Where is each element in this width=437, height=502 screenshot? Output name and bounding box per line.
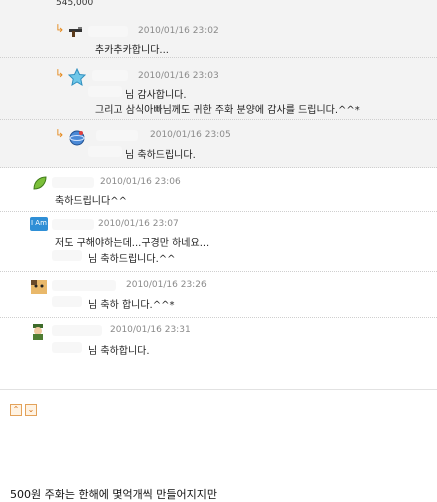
comment-date: 2010/01/16 23:31 [110,325,191,335]
comment-text: 님 축하합니다. [88,346,150,357]
reply-arrow-icon: ↳ [55,67,65,80]
comment: 2010/01/16 23:06 축하드립니다^^ [0,168,437,212]
comment-top-partial: 545,000 [0,0,437,14]
comment-text: 저도 구해야하는데...구경만 하네요... [55,238,210,249]
comment-reply: ↳ 2010/01/16 23:05 님 축하드립니다. [0,120,437,168]
comment-text: 님 축하 합니다.^^* [88,300,175,311]
star-icon [67,67,87,87]
comment-date: 2010/01/16 23:06 [100,177,181,187]
scroll-up-button[interactable]: ⌃ [10,404,22,416]
gun-icon [68,24,84,40]
soldier-icon [30,323,46,340]
leaf-icon [32,175,48,191]
comment-text: 님 축하드립니다.^^ [88,254,176,265]
reply-arrow-icon: ↳ [55,22,65,35]
comment: I Am 2010/01/16 23:07 저도 구해야하는데...구경만 하네… [0,212,437,272]
comment-date: 2010/01/16 23:03 [138,71,219,81]
comment: 2010/01/16 23:26 님 축하 합니다.^^* [0,272,437,318]
comment: 2010/01/16 23:31 님 축하합니다. [0,318,437,390]
comment-date: 2010/01/16 23:07 [98,219,179,229]
cat-icon [30,278,47,294]
comment-reply: ↳ 2010/01/16 23:03 님 감사합니다. 그리고 삼식아빠님께도 … [0,58,437,120]
comment-date: 2010/01/16 23:02 [138,26,219,36]
comment-number: 545,000 [56,0,94,8]
reply-arrow-icon: ↳ [55,127,65,140]
iam-icon: I Am [30,217,48,231]
comment-text: 추카추카합니다... [95,45,169,56]
comment-text: 님 감사합니다. [125,90,187,101]
comment-reply: ↳ 2010/01/16 23:02 추카추카합니다... [0,14,437,58]
comment-date: 2010/01/16 23:26 [126,280,207,290]
comment-date: 2010/01/16 23:05 [150,130,231,140]
scroll-down-button[interactable]: ⌄ [25,404,37,416]
comment-text: 축하드립니다^^ [55,196,127,207]
comment-text: 그리고 삼식아빠님께도 귀한 주화 분양에 감사를 드립니다.^^* [95,105,360,116]
globe-icon [68,128,85,146]
comment-text: 님 축하드립니다. [125,150,196,161]
